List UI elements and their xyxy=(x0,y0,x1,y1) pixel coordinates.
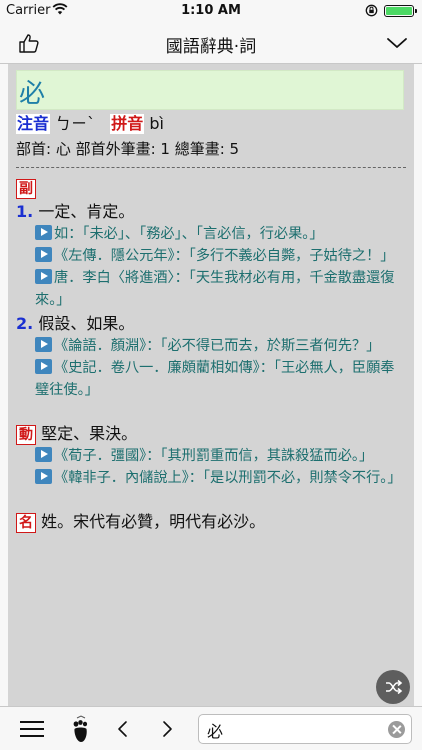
bottom-toolbar xyxy=(0,706,422,750)
sense-adverb: 副 1. 一定、肯定。 如：「未必」、「務必」、「言必信，行必果。」 《左傳．隱… xyxy=(16,178,406,401)
example: 《論語．顏淵》：「必不得已而去，於斯三者何先？」 xyxy=(16,335,406,357)
example: 唐．李白〈將進酒〉：「天生我材必有用，千金散盡還復來。」 xyxy=(16,267,406,311)
part-of-speech-tag: 動 xyxy=(16,425,36,445)
status-bar: Carrier 1:10 AM xyxy=(0,0,422,22)
definition-text: 一定、肯定。 xyxy=(38,202,135,221)
shuffle-icon xyxy=(386,679,403,695)
hamburger-menu-icon[interactable] xyxy=(20,721,44,737)
definition-text: 姓。宋代有必贊，明代有必沙。 xyxy=(41,512,266,531)
definition: 動 堅定、果決。 xyxy=(16,423,406,445)
part-of-speech-tag: 副 xyxy=(16,179,36,199)
definition: 1. 一定、肯定。 xyxy=(16,201,406,223)
example: 如：「未必」、「務必」、「言必信，行必果。」 xyxy=(16,223,406,245)
chevron-left-icon[interactable] xyxy=(116,719,130,739)
example: 《荀子．彊國》：「其刑罰重而信，其誅殺猛而必。」 xyxy=(16,445,406,467)
zhuyin-value: ㄅㄧˋ xyxy=(55,114,96,133)
radical-info: 部首: 心 部首外筆畫: 1 總筆畫: 5 xyxy=(16,140,240,158)
part-of-speech-tag: 名 xyxy=(16,513,36,533)
chevron-down-icon[interactable] xyxy=(386,34,408,52)
example: 《韓非子．內儲說上》：「是以刑罰不必，則禁令不行。」 xyxy=(16,467,406,489)
clock: 1:10 AM xyxy=(181,3,241,18)
search-field[interactable] xyxy=(198,714,412,744)
rotation-lock-icon xyxy=(365,4,378,17)
definition: 名 姓。宋代有必贊，明代有必沙。 xyxy=(16,511,406,533)
battery-icon xyxy=(384,5,417,17)
pinyin-label: 拼音 xyxy=(110,114,145,134)
example-text: 如：「未必」、「務必」、「言必信，行必果。」 xyxy=(54,226,324,242)
pinyin-value: bì xyxy=(149,114,164,133)
play-icon[interactable] xyxy=(35,447,52,462)
headword: 必 xyxy=(16,70,404,110)
play-icon[interactable] xyxy=(35,225,52,240)
shuffle-button[interactable] xyxy=(376,670,410,704)
example-text: 《左傳．隱公元年》：「多行不義必自斃，子姑待之！」 xyxy=(54,248,395,264)
definition-number: 1. xyxy=(16,202,34,221)
example: 《史記．卷八一．廉頗藺相如傳》：「王必無人，臣願奉璧往使。」 xyxy=(16,357,406,401)
definition-number: 2. xyxy=(16,314,34,333)
search-input[interactable] xyxy=(207,719,387,740)
zhuyin-label: 注音 xyxy=(16,114,51,134)
sense-noun: 名 姓。宋代有必贊，明代有必沙。 xyxy=(16,511,406,533)
definition-text: 假設、如果。 xyxy=(38,314,135,333)
divider xyxy=(16,167,406,168)
dictionary-entry: 必 注音 ㄅㄧˋ 拼音 bì 部首: 心 部首外筆畫: 1 總筆畫: 5 副 1… xyxy=(8,64,414,706)
definition-text: 堅定、果決。 xyxy=(41,424,138,443)
navigation-bar: 國語辭典·詞 xyxy=(0,22,422,64)
example-text: 《荀子．彊國》：「其刑罰重而信，其誅殺猛而必。」 xyxy=(54,448,374,464)
example-text: 《韓非子．內儲說上》：「是以刑罰不必，則禁令不行。」 xyxy=(54,470,402,486)
sense-verb: 動 堅定、果決。 《荀子．彊國》：「其刑罰重而信，其誅殺猛而必。」 《韓非子．內… xyxy=(16,423,406,489)
page-title: 國語辭典·詞 xyxy=(165,37,257,57)
play-icon[interactable] xyxy=(35,469,52,484)
example-text: 《論語．顏淵》：「必不得已而去，於斯三者何先？」 xyxy=(54,338,381,354)
chevron-right-icon[interactable] xyxy=(160,719,174,739)
pronunciation-row: 注音 ㄅㄧˋ 拼音 bì xyxy=(16,114,406,134)
clear-circle-icon[interactable] xyxy=(388,721,405,738)
play-icon[interactable] xyxy=(35,247,52,262)
footprint-icon[interactable] xyxy=(70,715,92,743)
play-icon[interactable] xyxy=(35,269,52,284)
example: 《左傳．隱公元年》：「多行不義必自斃，子姑待之！」 xyxy=(16,245,406,267)
example-text: 《史記．卷八一．廉頗藺相如傳》：「王必無人，臣願奉璧往使。」 xyxy=(35,360,395,398)
play-icon[interactable] xyxy=(35,337,52,352)
example-text: 唐．李白〈將進酒〉：「天生我材必有用，千金散盡還復來。」 xyxy=(35,270,395,308)
play-icon[interactable] xyxy=(35,359,52,374)
definition: 2. 假設、如果。 xyxy=(16,313,406,335)
